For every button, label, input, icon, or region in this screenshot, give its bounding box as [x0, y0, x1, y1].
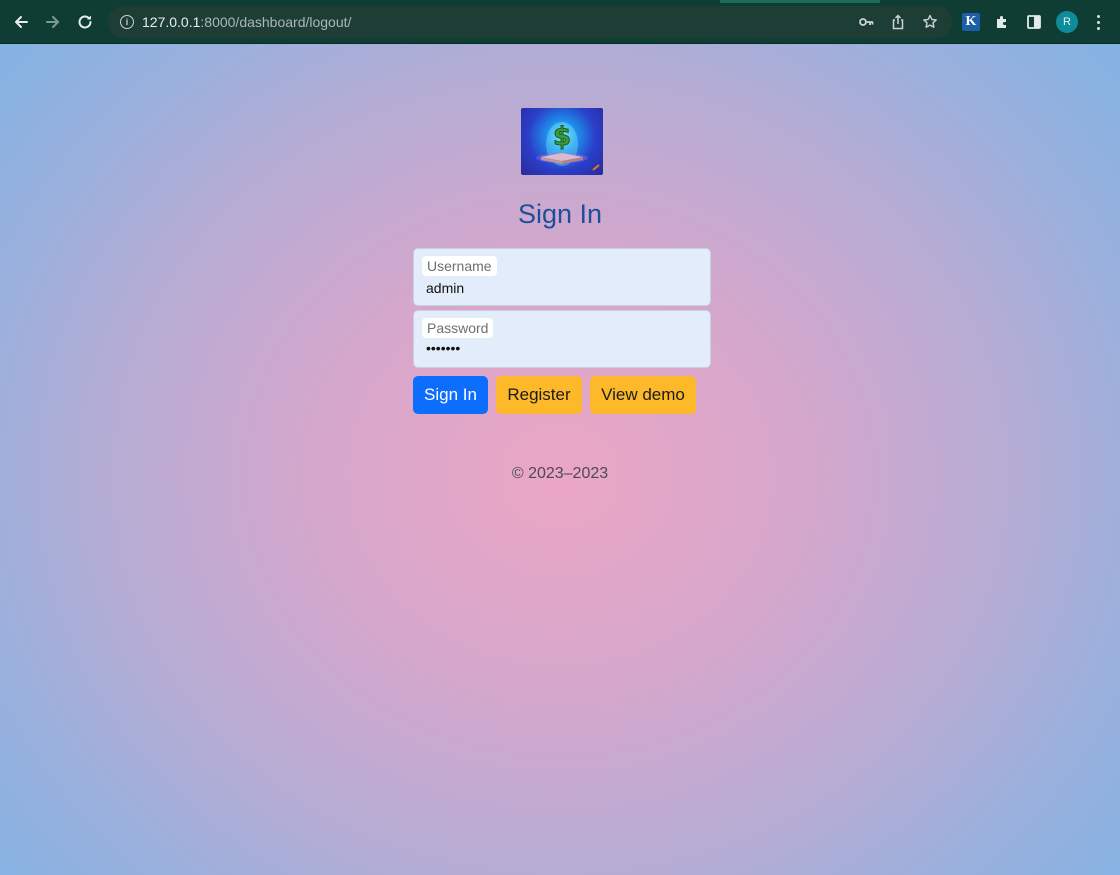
arrow-left-icon — [15, 16, 28, 28]
side-panel-icon[interactable] — [1024, 12, 1044, 32]
reload-icon — [78, 15, 92, 29]
extension-k-icon[interactable]: K — [962, 13, 980, 31]
tab-strip-indicator — [720, 0, 880, 3]
arrow-right-icon — [46, 16, 59, 28]
dollar-book-logo-icon: $ — [536, 122, 600, 171]
share-icon[interactable] — [888, 12, 908, 32]
copyright-text: © 2023–2023 — [511, 465, 609, 482]
page-title: Sign In — [517, 199, 603, 229]
username-field[interactable]: Username admin — [413, 248, 711, 306]
bookmark-star-icon[interactable] — [920, 12, 940, 32]
app-logo: $ — [521, 108, 603, 175]
password-field[interactable]: Password ••••••• — [413, 310, 711, 368]
back-button[interactable] — [5, 6, 37, 38]
sign-in-button[interactable]: Sign In — [413, 376, 488, 414]
address-bar[interactable]: i 127.0.0.1:8000/dashboard/logout/ — [108, 6, 952, 38]
puzzle-extensions-icon[interactable] — [992, 12, 1012, 32]
username-input[interactable]: admin — [426, 280, 464, 296]
browser-menu-icon[interactable] — [1090, 12, 1106, 32]
register-button[interactable]: Register — [496, 376, 582, 414]
browser-toolbar: i 127.0.0.1:8000/dashboard/logout/ K R — [0, 0, 1120, 44]
site-info-icon[interactable]: i — [120, 15, 134, 29]
password-label: Password — [422, 318, 494, 338]
forward-button[interactable] — [37, 6, 69, 38]
username-label: Username — [422, 256, 497, 276]
reload-button[interactable] — [69, 6, 101, 38]
page-background: $ Sign In Username admin Password ••••••… — [0, 44, 1120, 875]
profile-avatar[interactable]: R — [1056, 11, 1078, 33]
password-input[interactable]: ••••••• — [426, 340, 460, 356]
url-text: 127.0.0.1:8000/dashboard/logout/ — [142, 14, 352, 30]
key-icon[interactable] — [856, 12, 876, 32]
view-demo-button[interactable]: View demo — [590, 376, 696, 414]
svg-text:$: $ — [553, 122, 571, 152]
